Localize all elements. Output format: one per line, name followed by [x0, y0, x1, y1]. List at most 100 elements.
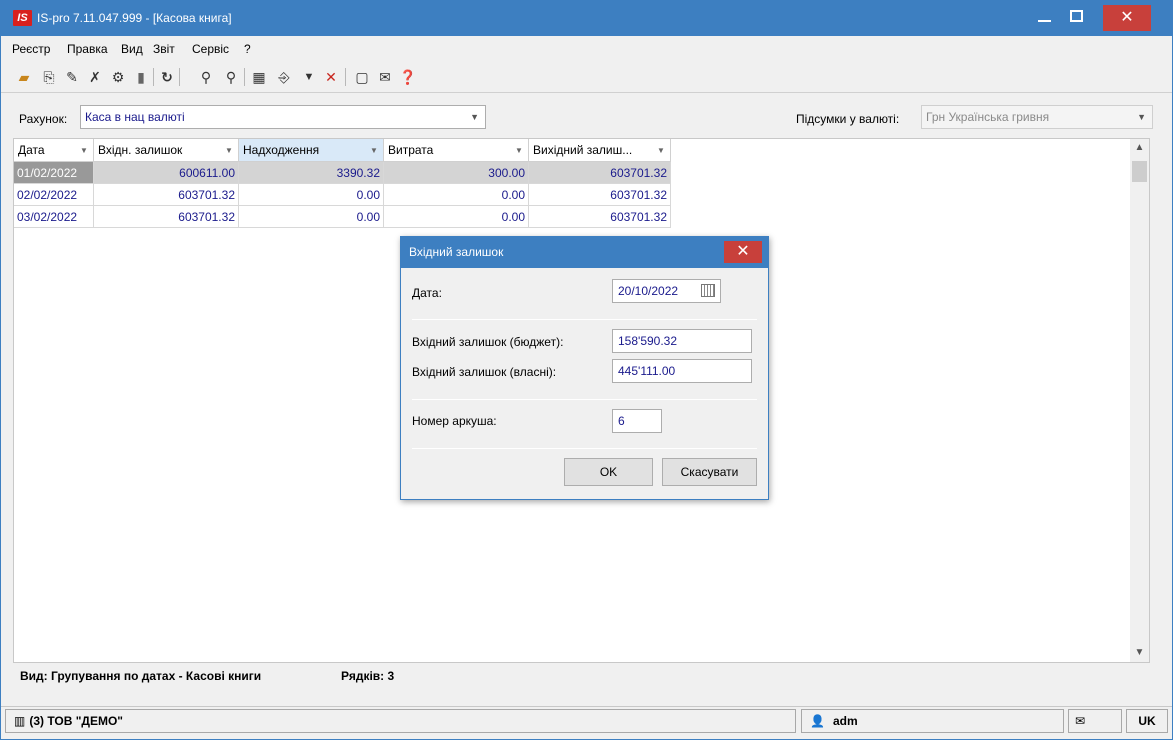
- status-bar: ▥ (3) ТОВ "ДЕМО" 👤 adm ✉ UK: [1, 706, 1172, 734]
- scroll-up-icon[interactable]: ▲: [1130, 139, 1149, 157]
- sheet-number-label: Номер аркуша:: [412, 414, 497, 428]
- new-doc-icon[interactable]: ⎘: [40, 68, 58, 86]
- dialog-title: Вхідний залишок: [401, 237, 768, 268]
- menu-view[interactable]: Вид: [121, 42, 143, 56]
- toolbar-separator: [345, 68, 346, 86]
- cell-income[interactable]: 3390.32: [239, 162, 384, 184]
- cell-expense[interactable]: 0.00: [384, 184, 529, 206]
- column-header-expense[interactable]: Витрата ▼: [384, 139, 529, 162]
- divider: [412, 448, 757, 449]
- account-select-value: Каса в нац валюті: [85, 110, 185, 124]
- currency-select[interactable]: Грн Українська гривня ▼: [921, 105, 1153, 129]
- cell-date[interactable]: 03/02/2022: [14, 206, 94, 228]
- sort-arrow-icon: ▼: [225, 146, 233, 155]
- app-logo-icon: IS: [13, 10, 32, 26]
- own-balance-field[interactable]: 445'111.00: [612, 359, 752, 383]
- toolbar-separator: [179, 68, 180, 86]
- column-header-income[interactable]: Надходження ▼: [239, 139, 384, 162]
- column-header-opening-balance[interactable]: Вхідн. залишок ▼: [94, 139, 239, 162]
- calendar-icon[interactable]: [701, 284, 715, 297]
- menu-registry[interactable]: Реєстр: [12, 42, 50, 56]
- minimize-button[interactable]: [1031, 5, 1057, 31]
- help-icon[interactable]: ❓: [399, 68, 417, 86]
- ok-button[interactable]: OK: [564, 458, 653, 486]
- menu-edit[interactable]: Правка: [67, 42, 108, 56]
- company-name: (3) ТОВ "ДЕМО": [29, 714, 123, 728]
- cell-opening-balance[interactable]: 603701.32: [94, 206, 239, 228]
- delete-doc-icon[interactable]: ✗: [86, 68, 104, 86]
- mail-icon[interactable]: ✉: [376, 68, 394, 86]
- chevron-down-icon: ▼: [470, 112, 479, 122]
- cell-date[interactable]: 02/02/2022: [14, 184, 94, 206]
- language-indicator[interactable]: UK: [1126, 709, 1168, 733]
- toolbar-separator: [244, 68, 245, 86]
- company-panel: ▥ (3) ТОВ "ДЕМО": [5, 709, 796, 733]
- toolbar-separator: [153, 68, 154, 86]
- column-header-closing-balance[interactable]: Вихідний залиш... ▼: [529, 139, 671, 162]
- search-next-icon[interactable]: ⚲: [222, 68, 240, 86]
- sort-arrow-icon: ▼: [515, 146, 523, 155]
- cell-opening-balance[interactable]: 600611.00: [94, 162, 239, 184]
- account-select[interactable]: Каса в нац валюті ▼: [80, 105, 486, 129]
- close-button[interactable]: ✕: [1103, 5, 1151, 31]
- budget-balance-field[interactable]: 158'590.32: [612, 329, 752, 353]
- cell-closing-balance[interactable]: 603701.32: [529, 206, 671, 228]
- copy-doc-icon[interactable]: ▮: [132, 68, 150, 86]
- chevron-down-icon: ▼: [1137, 112, 1146, 122]
- cell-expense[interactable]: 0.00: [384, 206, 529, 228]
- clear-filter-icon[interactable]: ✕: [322, 68, 340, 86]
- mail-icon: ✉: [1075, 714, 1086, 728]
- maximize-icon: [1069, 10, 1083, 23]
- sort-arrow-icon: ▼: [80, 146, 88, 155]
- close-icon: ✕: [736, 243, 750, 260]
- open-folder-icon[interactable]: ▰: [15, 68, 33, 86]
- minimize-icon: [1037, 19, 1051, 22]
- scroll-down-icon[interactable]: ▼: [1130, 644, 1149, 662]
- menu-report[interactable]: Звіт: [153, 42, 175, 56]
- vertical-scrollbar[interactable]: ▲ ▼: [1130, 139, 1149, 662]
- currency-label: Підсумки у валюті:: [796, 112, 900, 126]
- column-header-date[interactable]: Дата ▼: [14, 139, 94, 162]
- cell-income[interactable]: 0.00: [239, 184, 384, 206]
- date-label: Дата:: [412, 286, 442, 300]
- edit-doc-icon[interactable]: ✎: [63, 68, 81, 86]
- user-icon: 👤: [810, 714, 825, 728]
- date-field[interactable]: 20/10/2022: [612, 279, 721, 303]
- scroll-thumb[interactable]: [1132, 161, 1147, 182]
- filter-bar: Рахунок: Каса в нац валюті ▼ Підсумки у …: [1, 94, 1172, 138]
- sort-arrow-icon: ▼: [370, 146, 378, 155]
- dialog-close-button[interactable]: ✕: [724, 241, 762, 263]
- filter-icon[interactable]: ▼: [300, 68, 318, 86]
- menu-bar: Реєстр Правка Вид Звіт Сервіс ?: [1, 36, 1172, 61]
- cell-opening-balance[interactable]: 603701.32: [94, 184, 239, 206]
- toolbar: ▰ ⎘ ✎ ✗ ⚙ ▮ ↻ ⚲ ⚲ ▦ ⎆ ▼ ✕ ▢ ✉ ❓: [1, 61, 1172, 93]
- sheet-number-field[interactable]: 6: [612, 409, 662, 433]
- user-name: adm: [832, 714, 858, 728]
- cell-closing-balance[interactable]: 603701.32: [529, 184, 671, 206]
- export-icon[interactable]: ⎆: [275, 68, 293, 86]
- divider: [412, 319, 757, 320]
- form-icon[interactable]: ▢: [353, 68, 371, 86]
- account-label: Рахунок:: [19, 112, 68, 126]
- opening-balance-dialog: Вхідний залишок ✕ Дата: 20/10/2022 Вхідн…: [400, 236, 769, 500]
- company-icon: ▥: [14, 714, 26, 728]
- grid-footer: Вид: Групування по датах - Касові книги …: [13, 663, 1130, 688]
- menu-service[interactable]: Сервіс: [192, 42, 229, 56]
- currency-select-value: Грн Українська гривня: [926, 110, 1050, 124]
- search-icon[interactable]: ⚲: [197, 68, 215, 86]
- grid-icon[interactable]: ▦: [250, 68, 268, 86]
- cell-date[interactable]: 01/02/2022: [14, 162, 94, 184]
- cell-closing-balance[interactable]: 603701.32: [529, 162, 671, 184]
- cell-expense[interactable]: 300.00: [384, 162, 529, 184]
- settings-doc-icon[interactable]: ⚙: [109, 68, 127, 86]
- divider: [412, 399, 757, 400]
- sort-arrow-icon: ▼: [657, 146, 665, 155]
- menu-help[interactable]: ?: [244, 42, 251, 56]
- cancel-button[interactable]: Скасувати: [662, 458, 757, 486]
- refresh-icon[interactable]: ↻: [158, 68, 176, 86]
- view-info: Вид: Групування по датах - Касові книги: [20, 669, 262, 683]
- maximize-button[interactable]: [1063, 5, 1089, 31]
- messages-panel[interactable]: ✉: [1068, 709, 1122, 733]
- user-panel: 👤 adm: [801, 709, 1064, 733]
- cell-income[interactable]: 0.00: [239, 206, 384, 228]
